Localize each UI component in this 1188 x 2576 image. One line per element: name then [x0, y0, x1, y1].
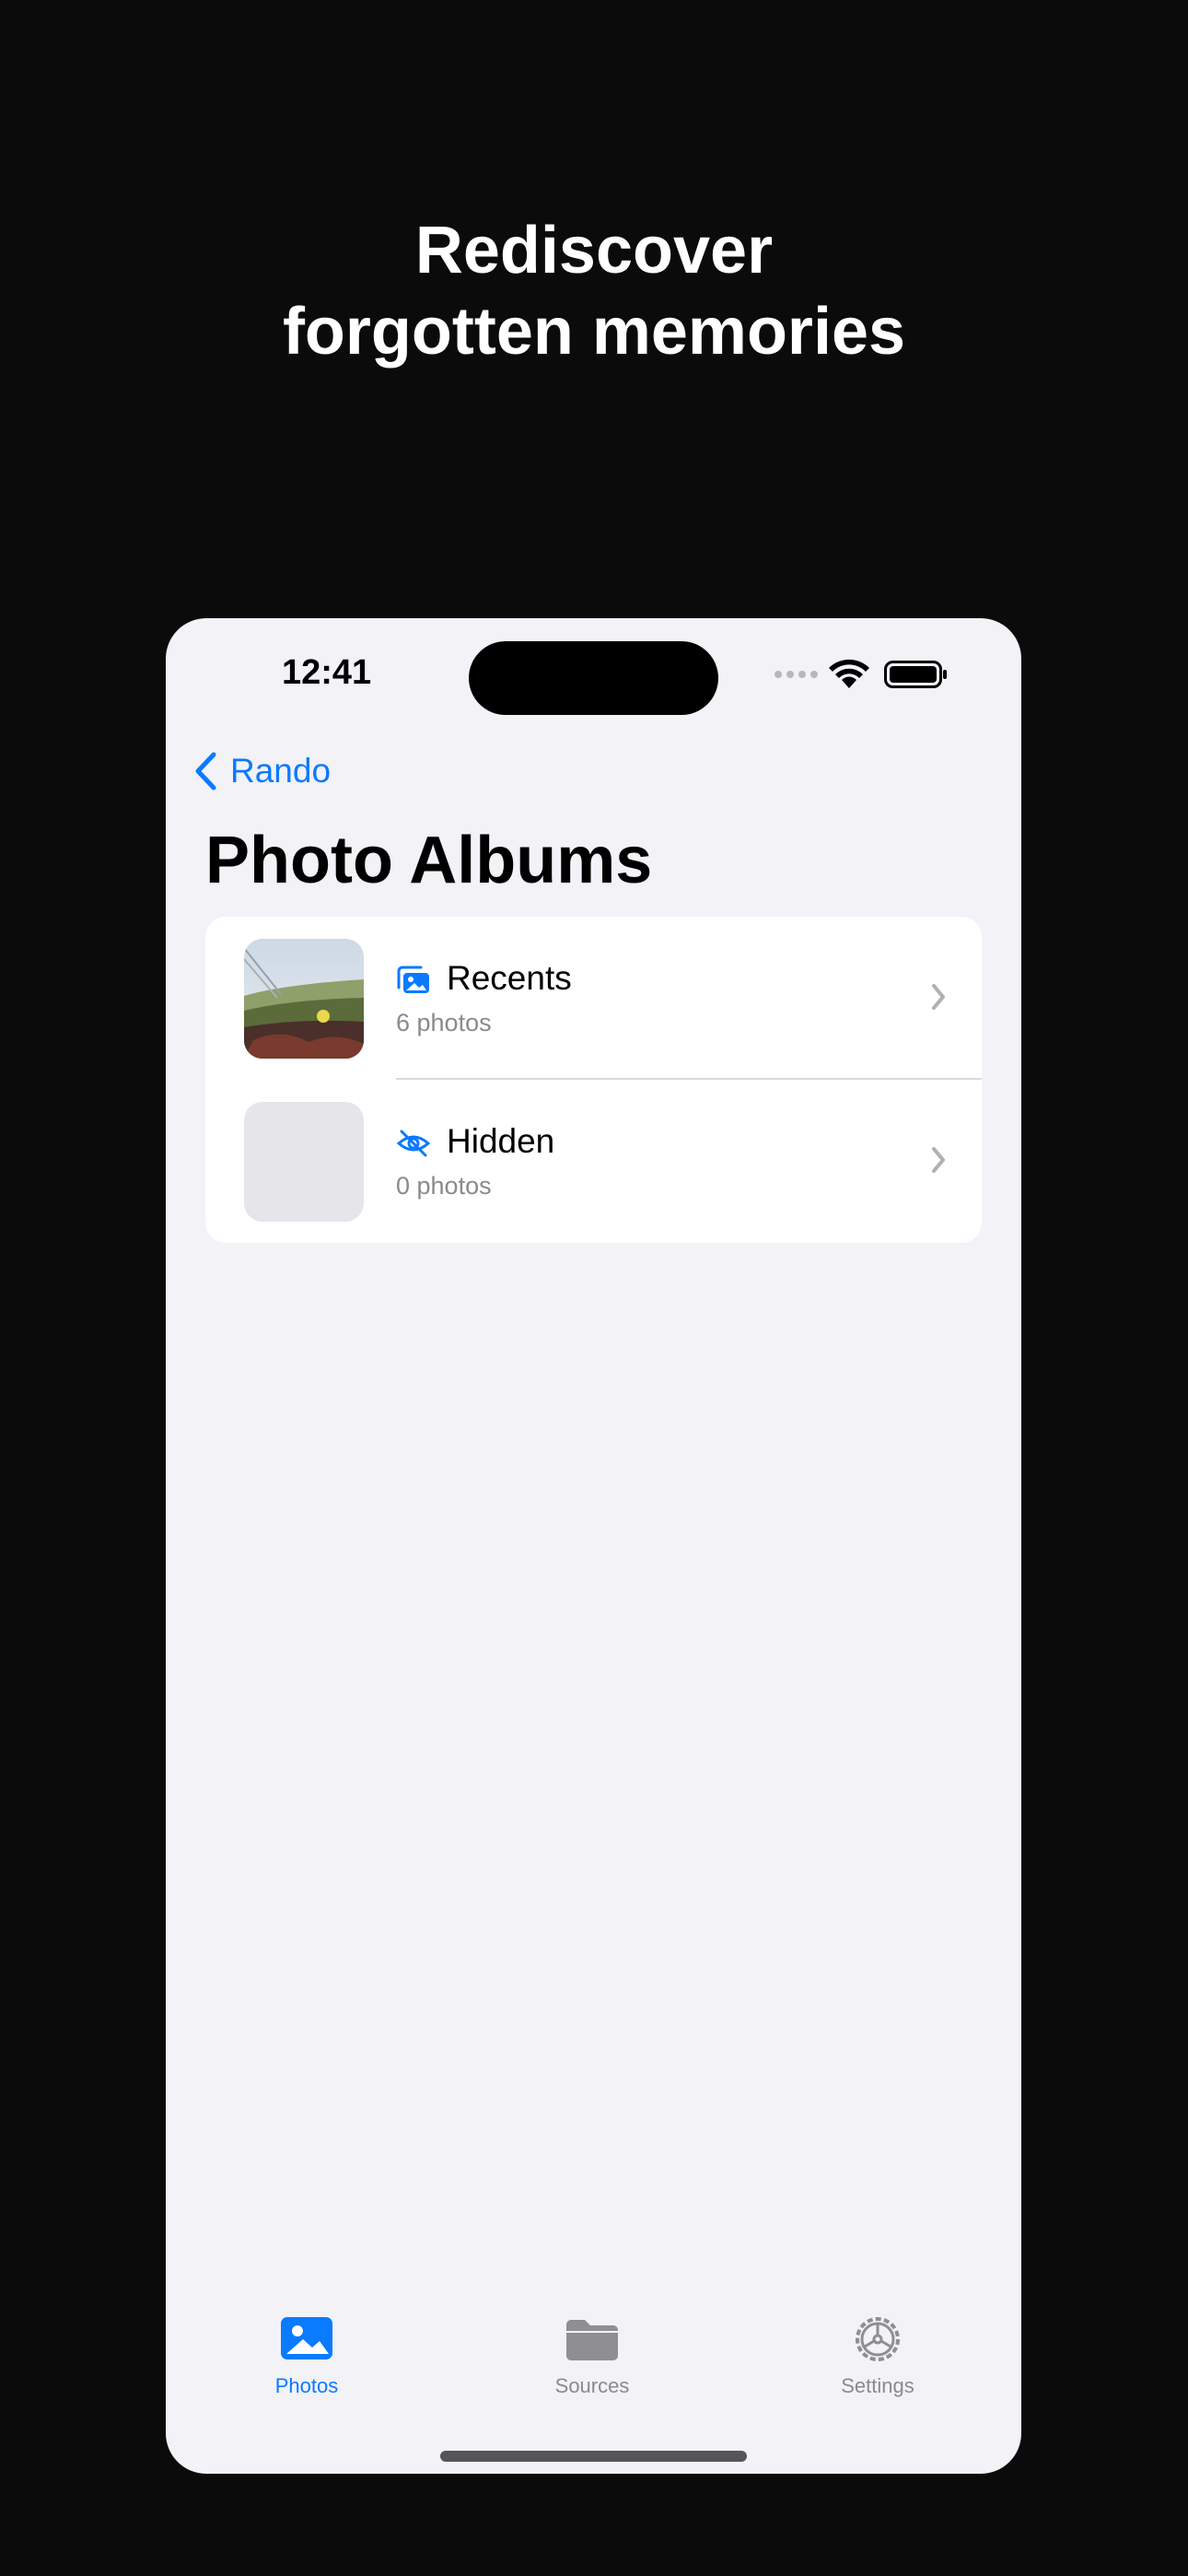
tab-sources[interactable]: Sources [500, 2313, 684, 2415]
tab-label: Sources [554, 2374, 630, 2397]
photo-icon [281, 2317, 332, 2359]
back-button[interactable]: Rando [193, 744, 331, 799]
album-thumbnail [244, 939, 364, 1059]
home-indicator [440, 2451, 747, 2462]
headline-line-2: forgotten memories [282, 295, 906, 369]
photo-stack-icon [397, 966, 429, 993]
back-label: Rando [230, 752, 332, 790]
album-row-hidden[interactable]: Hidden 0 photos [205, 1080, 982, 1243]
tab-bar: Photos Sources Settings [166, 2313, 1021, 2415]
phone-screen: 12:41 Rando Photo Albums Recents 6 photo… [166, 618, 1021, 2474]
headline-line-1: Rediscover [414, 214, 774, 287]
album-title: Hidden [447, 1122, 555, 1160]
status-time: 12:41 [282, 653, 372, 692]
signal-icon [775, 671, 818, 678]
gear-icon [856, 2317, 900, 2361]
marketing-page: Rediscover forgotten memories 12:41 Rand… [0, 0, 1188, 2576]
album-thumbnail-placeholder [244, 1102, 364, 1222]
eye-slash-icon [396, 1130, 431, 1157]
tab-label: Settings [841, 2374, 914, 2397]
battery-icon [884, 661, 947, 688]
chevron-right-icon [932, 1147, 945, 1173]
album-count: 6 photos [396, 1009, 492, 1036]
folder-icon [566, 2320, 618, 2360]
page-title: Photo Albums [205, 824, 653, 897]
dynamic-island [469, 641, 718, 715]
marketing-headline: Rediscover forgotten memories [0, 210, 1188, 372]
wifi-icon [829, 659, 869, 688]
chevron-left-icon [195, 752, 216, 790]
tab-label: Photos [274, 2374, 339, 2397]
album-count: 0 photos [396, 1172, 492, 1200]
tab-photos[interactable]: Photos [215, 2313, 399, 2415]
tab-settings[interactable]: Settings [786, 2313, 970, 2415]
chevron-right-icon [932, 984, 945, 1010]
album-title: Recents [447, 959, 572, 997]
album-list: Recents 6 photos Hidden 0 photos [205, 917, 982, 1243]
album-row-recents[interactable]: Recents 6 photos [205, 917, 982, 1080]
